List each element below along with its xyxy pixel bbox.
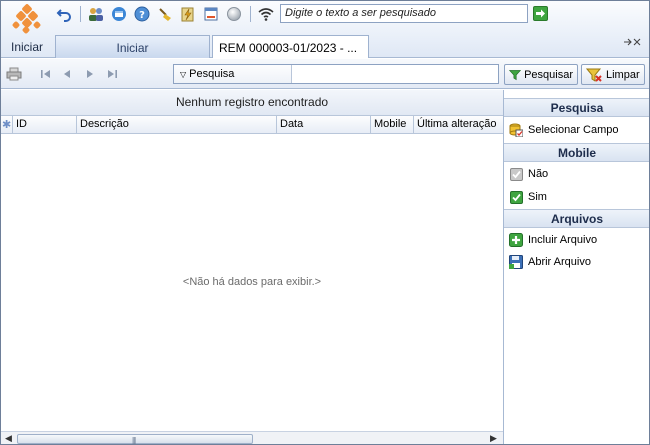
- global-search-input[interactable]: Digite o texto a ser pesquisado: [280, 4, 528, 23]
- select-field-label: Selecionar Campo: [528, 124, 619, 136]
- window-icon[interactable]: [110, 5, 128, 23]
- select-field-icon: [509, 123, 523, 137]
- filter-field[interactable]: ▽ Pesquisa: [173, 64, 499, 84]
- scrollbar-thumb[interactable]: |||: [17, 434, 253, 444]
- row-indicator-icon[interactable]: ✱: [1, 116, 13, 134]
- broom-icon[interactable]: [156, 5, 174, 23]
- wifi-icon[interactable]: [257, 5, 275, 23]
- mobile-nao-item[interactable]: Não: [509, 165, 548, 183]
- checkbox-gray-icon: [509, 167, 523, 181]
- mobile-sim-label: Sim: [528, 191, 547, 203]
- floppy-icon: [509, 255, 523, 269]
- calendar-icon[interactable]: [202, 5, 220, 23]
- tab-strip: Iniciar REM 000003-01/2023 - ...: [1, 35, 649, 58]
- scroll-left-icon[interactable]: ◀: [5, 433, 12, 444]
- section-header-pesquisa: Pesquisa: [504, 98, 649, 117]
- select-field-item[interactable]: Selecionar Campo: [509, 121, 619, 139]
- filter-dropdown-label: Pesquisa: [189, 68, 235, 80]
- app-window: Iniciar ? Digite o texto a ser pesquisad…: [0, 0, 650, 445]
- checkbox-green-icon: [509, 190, 523, 204]
- print-icon[interactable]: [6, 66, 22, 82]
- section-header-arquivos: Arquivos: [504, 209, 649, 228]
- filter-dropdown[interactable]: ▽ Pesquisa: [174, 65, 292, 83]
- quick-access-bar: ?: [55, 4, 280, 24]
- column-header-mobile[interactable]: Mobile: [371, 116, 414, 134]
- column-header-ultima-alteracao[interactable]: Última alteração: [414, 116, 503, 134]
- clear-filter-icon: [586, 68, 602, 82]
- scroll-right-icon[interactable]: ▶: [490, 433, 497, 444]
- app-logo-icon: [11, 3, 42, 35]
- column-headers: ✱ ID Descrição Data Mobile Última altera…: [1, 116, 503, 134]
- horizontal-scrollbar[interactable]: ◀ ||| ▶: [1, 431, 503, 444]
- mobile-nao-label: Não: [528, 168, 549, 180]
- arrow-right-icon: [536, 9, 545, 18]
- column-header-descricao[interactable]: Descrição: [77, 116, 277, 134]
- search-go-button[interactable]: [533, 6, 548, 21]
- grid-status-text: Nenhum registro encontrado: [1, 90, 503, 116]
- grid-toolbar: ▽ Pesquisa Pesquisar Limpar: [1, 59, 649, 89]
- mobile-sim-item[interactable]: Sim: [509, 188, 547, 206]
- previous-record-icon[interactable]: [60, 67, 74, 81]
- empty-grid-message: <Não há dados para exibir.>: [182, 276, 322, 288]
- users-icon[interactable]: [87, 5, 105, 23]
- toolbar-separator: [80, 6, 81, 22]
- tab-rem-document[interactable]: REM 000003-01/2023 - ...: [212, 35, 369, 58]
- first-record-icon[interactable]: [39, 67, 53, 81]
- toolbar-separator: [250, 6, 251, 22]
- side-panel: Pesquisa Selecionar Campo Mobile Não Sim…: [503, 90, 649, 444]
- last-record-icon[interactable]: [105, 67, 119, 81]
- open-file-item[interactable]: Abrir Arquivo: [509, 253, 591, 271]
- clear-button[interactable]: Limpar: [581, 64, 645, 85]
- funnel-icon: [509, 69, 522, 80]
- chevron-down-icon: ▽: [180, 70, 187, 79]
- circle-icon[interactable]: [225, 5, 243, 23]
- column-header-id[interactable]: ID: [13, 116, 77, 134]
- top-toolbar: Iniciar ? Digite o texto a ser pesquisad…: [1, 1, 649, 58]
- add-file-label: Incluir Arquivo: [528, 234, 598, 246]
- search-button-label: Pesquisar: [524, 68, 573, 81]
- column-header-data[interactable]: Data: [277, 116, 371, 134]
- section-header-mobile: Mobile: [504, 143, 649, 162]
- lightning-icon[interactable]: [179, 5, 197, 23]
- open-file-label: Abrir Arquivo: [528, 256, 591, 268]
- tab-iniciar[interactable]: Iniciar: [55, 35, 210, 58]
- help-icon[interactable]: ?: [133, 5, 151, 23]
- next-record-icon[interactable]: [83, 67, 97, 81]
- undo-icon[interactable]: [55, 5, 73, 23]
- search-button[interactable]: Pesquisar: [504, 64, 578, 85]
- svg-text:?: ?: [139, 10, 145, 21]
- add-green-icon: [509, 233, 523, 247]
- grip-icon: |||: [132, 436, 136, 445]
- tab-scroll-arrows-icon[interactable]: [623, 37, 645, 50]
- add-file-item[interactable]: Incluir Arquivo: [509, 231, 597, 249]
- clear-button-label: Limpar: [606, 68, 640, 81]
- data-grid: Nenhum registro encontrado ✱ ID Descriçã…: [1, 90, 503, 444]
